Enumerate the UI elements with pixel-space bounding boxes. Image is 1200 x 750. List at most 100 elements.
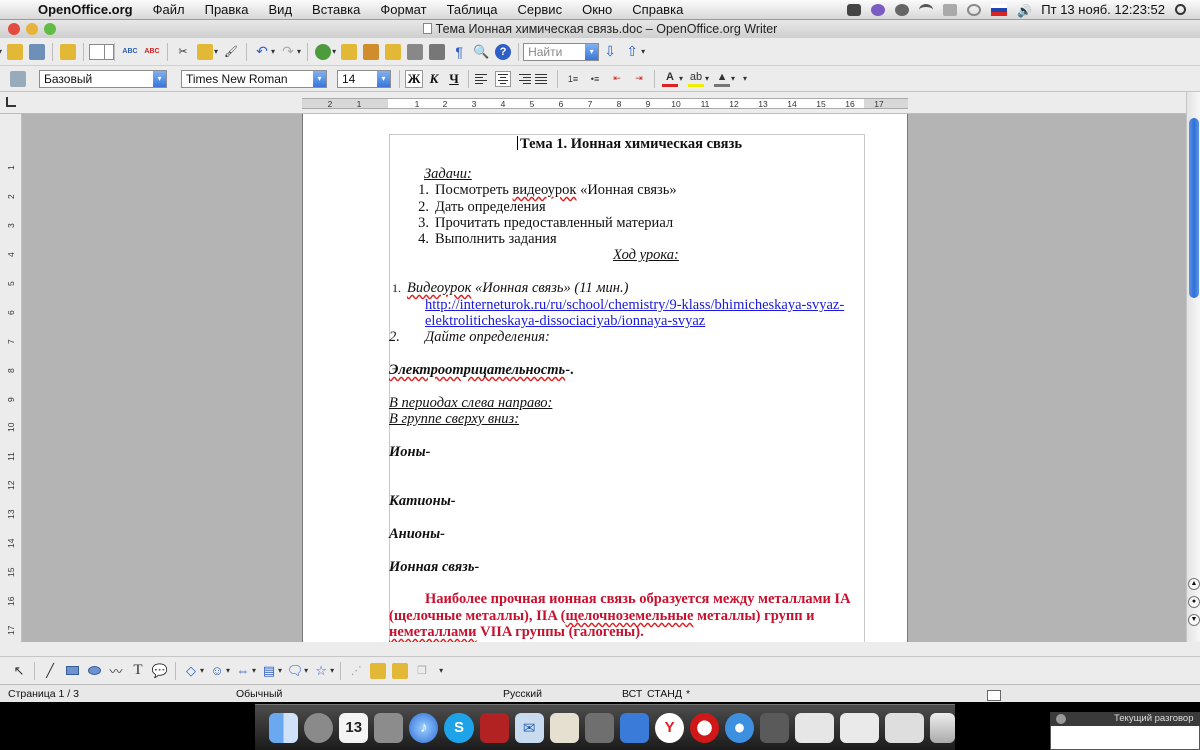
menu-tools[interactable]: Сервис: [508, 2, 573, 17]
trash-dock-icon[interactable]: [929, 712, 956, 743]
select-arrow-icon[interactable]: ↖: [11, 663, 27, 679]
background-color-icon[interactable]: ▲: [714, 71, 731, 87]
formatting-overflow-icon[interactable]: ▾: [743, 74, 747, 83]
bullets-icon[interactable]: •≡: [587, 71, 603, 87]
align-left-icon[interactable]: [475, 71, 491, 87]
stars-dropdown-icon[interactable]: ▾: [330, 666, 334, 675]
callouts-icon[interactable]: 🗨: [287, 663, 304, 679]
ellipse-icon[interactable]: [86, 663, 102, 679]
hyperlink-icon[interactable]: [315, 43, 332, 60]
mail-dock-icon[interactable]: ✉: [514, 712, 544, 743]
term-cations[interactable]: Катионы-: [389, 493, 456, 510]
styles-formatting-icon[interactable]: [10, 70, 26, 87]
find-next-icon[interactable]: ⇩: [602, 43, 618, 60]
task-item-1[interactable]: 1. Посмотреть видеоурок «Ионная связь»: [409, 182, 677, 199]
task-item-2[interactable]: 2. Дать определения: [409, 199, 546, 216]
vertical-ruler[interactable]: 1 2 3 4 5 6 7 8 9 10 11 12 13 14 15 16 1…: [0, 114, 22, 642]
format-paintbrush-icon[interactable]: 🖌: [223, 44, 239, 60]
calendar-dock-icon[interactable]: 13: [339, 712, 369, 743]
font-name-select[interactable]: Times New Roman ▾: [181, 69, 327, 88]
open-icon[interactable]: [7, 43, 24, 60]
rectangle-icon[interactable]: [64, 663, 80, 679]
basic-shapes-dropdown-icon[interactable]: ▾: [200, 666, 204, 675]
menu-insert[interactable]: Вставка: [302, 2, 370, 17]
term-ions[interactable]: Ионы-: [389, 444, 430, 461]
nonprinting-characters-icon[interactable]: ¶: [451, 44, 467, 60]
redo-dropdown-icon[interactable]: ▾: [297, 47, 301, 56]
undo-icon[interactable]: ↶: [254, 43, 270, 60]
search-input[interactable]: Найти ▾: [523, 42, 600, 61]
decrease-indent-icon[interactable]: ⇤: [609, 71, 625, 87]
block-arrows-icon[interactable]: ⇔: [235, 663, 251, 679]
justify-icon[interactable]: [535, 71, 551, 87]
spellcheck-icon[interactable]: ABC: [122, 44, 138, 60]
system-preferences-dock-icon[interactable]: [304, 712, 334, 743]
speaker-icon[interactable]: 🔊: [1017, 4, 1032, 18]
facetime-dock-icon[interactable]: [619, 712, 650, 743]
menu-help[interactable]: Справка: [622, 2, 693, 17]
new-dropdown-icon[interactable]: ▾: [0, 47, 2, 56]
highlighting-icon[interactable]: ab: [688, 71, 705, 87]
save-icon[interactable]: [29, 43, 46, 60]
stars-icon[interactable]: ☆: [313, 663, 329, 679]
table-icon[interactable]: [89, 43, 105, 60]
find-previous-icon[interactable]: ⇧: [624, 43, 640, 60]
help-icon[interactable]: ?: [495, 43, 512, 60]
time-machine-icon[interactable]: [967, 3, 982, 16]
term-electronegativity[interactable]: Электроотрицательность-.: [389, 362, 574, 379]
lesson-step-1[interactable]: 1. Видеоурок «Ионная связь» (11 мин.): [381, 280, 628, 297]
photo-booth-dock-icon[interactable]: [479, 712, 509, 743]
call-close-icon[interactable]: [1056, 714, 1066, 724]
document-page[interactable]: Тема 1. Ионная химическая связь Задачи: …: [302, 114, 908, 642]
font-color-icon[interactable]: A: [662, 71, 678, 87]
data-sources-icon[interactable]: [429, 43, 446, 60]
red-paragraph-line-2[interactable]: (щелочные металлы), IIA (щелочноземельны…: [389, 608, 865, 625]
window-thumbnail-3[interactable]: [885, 712, 924, 743]
callout-icon[interactable]: 💬: [152, 663, 168, 679]
yandex-dock-icon[interactable]: Y: [655, 712, 685, 743]
paragraph-style-select[interactable]: Базовый ▾: [39, 69, 167, 88]
from-file-icon[interactable]: [370, 662, 387, 679]
periods-line[interactable]: В периодах слева направо:: [389, 395, 552, 412]
menu-window[interactable]: Окно: [572, 2, 622, 17]
find-replace-icon[interactable]: [363, 43, 380, 60]
red-paragraph-line-1[interactable]: Наиболее прочная ионная связь образуется…: [425, 591, 865, 608]
underline-button[interactable]: Ч: [445, 70, 463, 88]
font-size-select[interactable]: 14 ▾: [337, 69, 391, 88]
highlighting-dropdown-icon[interactable]: ▾: [705, 74, 709, 83]
opera-dock-icon[interactable]: [690, 712, 720, 743]
lesson-step-2[interactable]: 2. Дайте определения:: [389, 329, 550, 346]
flowchart-dropdown-icon[interactable]: ▾: [278, 666, 282, 675]
menu-file[interactable]: Файл: [143, 2, 195, 17]
ichat-tray-icon[interactable]: [871, 3, 886, 16]
finder-dock-icon[interactable]: [269, 712, 299, 743]
spotlight-icon[interactable]: [1175, 4, 1186, 15]
preview-dock-icon[interactable]: [549, 712, 579, 743]
paste-icon[interactable]: [197, 43, 214, 60]
volume-tray-icon[interactable]: [895, 3, 910, 16]
document-title[interactable]: Тема 1. Ионная химическая связь: [517, 136, 742, 153]
skype-tray-icon[interactable]: [847, 3, 862, 16]
align-right-icon[interactable]: [515, 71, 531, 87]
bold-button[interactable]: Ж: [405, 69, 423, 88]
video-link-line-2[interactable]: elektroliticheskaya-dissociaciyab/ionnay…: [425, 313, 705, 330]
symbol-shapes-icon[interactable]: ☺: [209, 663, 225, 679]
menu-edit[interactable]: Правка: [195, 2, 259, 17]
wifi-icon[interactable]: [919, 3, 934, 16]
flowchart-icon[interactable]: ▤: [261, 663, 277, 679]
lesson-heading[interactable]: Ход урока:: [613, 247, 679, 264]
itunes-dock-icon[interactable]: ♪: [409, 712, 439, 743]
numbering-icon[interactable]: 1≡: [565, 71, 581, 87]
drawing-overflow-icon[interactable]: ▾: [439, 666, 443, 675]
toolbar-overflow-icon[interactable]: ▾: [641, 47, 645, 56]
page-style[interactable]: Обычный: [236, 688, 282, 700]
flag-icon[interactable]: [991, 3, 1008, 16]
italic-button[interactable]: К: [425, 70, 443, 88]
horizontal-ruler[interactable]: 2 1 1 2 3 4 5 6 7 8 9 10 11 12 13 14 15 …: [0, 92, 1200, 114]
block-arrows-dropdown-icon[interactable]: ▾: [252, 666, 256, 675]
redo-icon[interactable]: ↷: [280, 43, 296, 60]
autospellcheck-icon[interactable]: ABC: [144, 44, 160, 60]
selection-mode[interactable]: СТАНД: [647, 688, 682, 700]
table-dropdown-icon[interactable]: ▾: [332, 47, 336, 56]
term-anions[interactable]: Анионы-: [389, 526, 445, 543]
